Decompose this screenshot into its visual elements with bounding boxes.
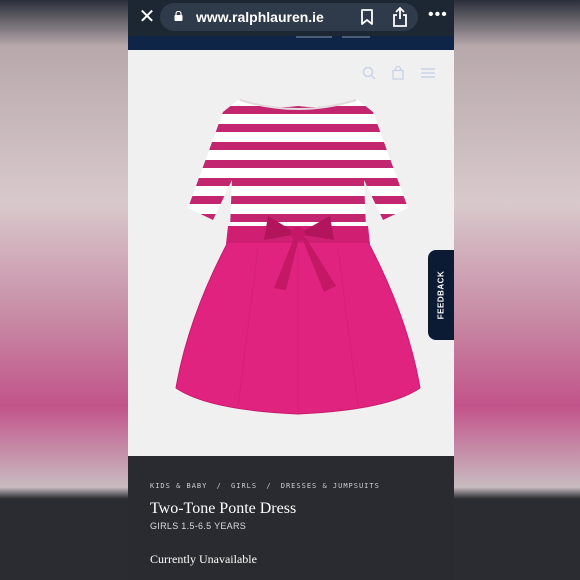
search-icon[interactable] bbox=[362, 66, 376, 80]
product-info-panel: KIDS & BABY / GIRLS / DRESSES & JUMPSUIT… bbox=[128, 456, 454, 580]
browser-toolbar: ✕ www.ralphlauren.ie ••• bbox=[128, 0, 454, 36]
close-icon[interactable]: ✕ bbox=[136, 6, 158, 28]
product-image bbox=[128, 50, 454, 456]
share-icon[interactable] bbox=[392, 7, 408, 27]
phone-screen: ✕ www.ralphlauren.ie ••• FEEDBACK KIDS &… bbox=[128, 0, 454, 580]
lock-icon bbox=[174, 11, 183, 21]
breadcrumb-item-kids-baby[interactable]: KIDS & BABY bbox=[150, 482, 207, 490]
site-navigation-bar bbox=[128, 36, 454, 50]
address-bar[interactable]: www.ralphlauren.ie bbox=[160, 3, 418, 31]
dress-illustration bbox=[175, 99, 421, 415]
feedback-label: FEEDBACK bbox=[436, 270, 446, 320]
product-size-range: GIRLS 1.5-6.5 YEARS bbox=[150, 521, 247, 531]
shopping-bag-icon[interactable] bbox=[391, 66, 405, 80]
product-title: Two-Tone Ponte Dress bbox=[150, 500, 297, 517]
breadcrumb-separator: / bbox=[216, 482, 222, 490]
nav-indicator bbox=[342, 36, 370, 38]
breadcrumb-item-girls[interactable]: GIRLS bbox=[231, 482, 257, 490]
blurred-background-right bbox=[454, 0, 580, 580]
bookmark-icon[interactable] bbox=[360, 9, 374, 25]
more-options-icon[interactable]: ••• bbox=[428, 6, 448, 24]
breadcrumb-separator: / bbox=[266, 482, 272, 490]
availability-status: Currently Unavailable bbox=[150, 552, 257, 566]
breadcrumb: KIDS & BABY / GIRLS / DRESSES & JUMPSUIT… bbox=[150, 482, 384, 490]
blurred-background-left bbox=[0, 0, 128, 580]
nav-indicator bbox=[296, 36, 332, 38]
url-text: www.ralphlauren.ie bbox=[196, 9, 324, 25]
feedback-tab[interactable]: FEEDBACK bbox=[428, 250, 454, 340]
breadcrumb-item-dresses[interactable]: DRESSES & JUMPSUITS bbox=[281, 482, 380, 490]
menu-icon[interactable] bbox=[420, 67, 436, 79]
